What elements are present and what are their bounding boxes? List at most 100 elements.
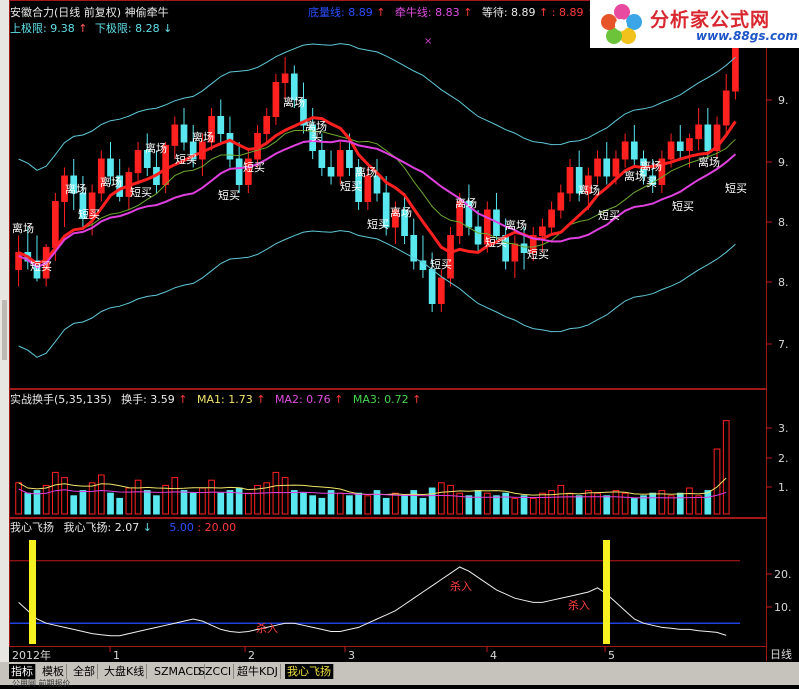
- title-text: 安徽合力(日线 前复权): [10, 6, 122, 19]
- candle-body: [539, 226, 546, 236]
- chart-annotation: 离场: [355, 165, 377, 179]
- candle-body: [447, 235, 454, 279]
- volume-bar: [52, 471, 59, 515]
- chart-annotation: 杀入: [568, 598, 590, 612]
- up-arrow-icon: ↑: [376, 6, 386, 19]
- volume-bar: [290, 490, 298, 515]
- price-tick-label: 9.: [778, 156, 789, 169]
- volume-bar: [70, 495, 78, 515]
- chart-annotation: 离场: [455, 196, 477, 210]
- volume-bar: [474, 490, 482, 515]
- volume-bar: [704, 490, 712, 515]
- volume-bar: [79, 490, 87, 515]
- chart-annotation: 离场: [192, 130, 214, 144]
- chart-annotation: 杀入: [256, 621, 278, 635]
- up-arrow-icon: ↑: [78, 22, 88, 35]
- tab-template[interactable]: 模板: [40, 664, 67, 679]
- candle-body: [704, 124, 712, 151]
- ma3-value: MA3: 0.72: [352, 393, 409, 406]
- volume-bar: [447, 484, 454, 515]
- volume-bar: [336, 492, 344, 515]
- candle-body: [676, 141, 684, 151]
- volume-bar: [483, 492, 491, 515]
- volume-bar: [116, 497, 124, 515]
- volume-bar: [539, 492, 546, 515]
- indicator-tick-label: 20.: [774, 568, 792, 581]
- huanshou-value: 换手: 3.59: [121, 393, 175, 406]
- chart-annotation: 离场: [65, 182, 87, 196]
- x-tick-label: 3: [348, 649, 355, 662]
- volume-ma2-line: [18, 488, 727, 499]
- volume-bar: [630, 497, 638, 515]
- up-arrow-icon: ↑: [412, 393, 422, 406]
- chart-annotation: 短买: [340, 179, 362, 193]
- lower-band-line: [18, 230, 736, 358]
- volume-bar: [437, 482, 445, 515]
- chart-annotation: 短买: [430, 257, 452, 271]
- volume-panel-title: 实战换手(5,35,135): [10, 393, 112, 406]
- indicator-value: 我心飞扬: 2.07: [63, 521, 140, 534]
- tab-szcci[interactable]: SZCCI: [196, 664, 235, 679]
- candle-body: [336, 150, 344, 177]
- chart-annotation: 短买: [485, 235, 507, 249]
- volume-bar: [217, 492, 225, 515]
- tab-woxinfeiyang[interactable]: 我心飞扬: [285, 664, 334, 679]
- volume-bar: [364, 495, 372, 515]
- volume-bar: [208, 479, 215, 515]
- x-tick-label: 2: [248, 649, 255, 662]
- stock-chart[interactable]: 离场短买离场短买离场短买离场短买离场短买短买离场离场买短买离场短买离场短买离场短…: [0, 0, 799, 685]
- up-arrow-icon: ↑: [463, 6, 473, 19]
- volume-bar: [428, 487, 436, 515]
- chart-annotation: 杀入: [450, 579, 472, 593]
- panel-frames: [9, 0, 767, 661]
- volume-bar: [612, 490, 620, 515]
- tab-market-kline[interactable]: 大盘K线: [102, 664, 148, 679]
- candle-body: [327, 167, 335, 177]
- tab-all[interactable]: 全部: [71, 664, 98, 679]
- dengdai-value-2: : 8.89: [551, 6, 584, 19]
- indicator-line: [18, 566, 727, 637]
- volume-bar: [88, 482, 96, 515]
- lower-limit: 下极限: 8.28: [94, 22, 160, 35]
- down-arrow-icon: ↓: [163, 22, 173, 35]
- volume-bar: [493, 495, 500, 515]
- tab-indicator[interactable]: 指标: [9, 664, 36, 679]
- volume-bar: [24, 492, 32, 515]
- indicator-lines: [10, 540, 740, 644]
- volume-bar: [134, 479, 142, 515]
- price-tick-label: 8.: [778, 276, 789, 289]
- volume-bar: [355, 492, 362, 515]
- candle-body: [474, 226, 482, 245]
- candle-body: [686, 138, 693, 152]
- volume-bar: [15, 482, 22, 515]
- scroll-thumb[interactable]: [2, 300, 7, 360]
- candle-body: [732, 48, 739, 92]
- volume-bar: [171, 477, 179, 515]
- volume-bar: [511, 497, 519, 515]
- candle-body: [511, 243, 519, 262]
- indicator-level-1: 5.00: [169, 521, 194, 534]
- volume-bar: [557, 484, 565, 515]
- candle-body: [272, 82, 280, 117]
- candle-body: [134, 150, 142, 174]
- volume-bar: [722, 420, 730, 515]
- up-arrow-icon: ↑: [539, 6, 549, 19]
- price-tick-label: 8.: [778, 216, 789, 229]
- chart-annotation: 短买: [598, 208, 620, 222]
- price-tick-label: 7.: [778, 338, 789, 351]
- volume-bar: [520, 495, 528, 515]
- volume-bar: [318, 497, 326, 515]
- qianniu-value: 牵牛线: 8.83: [394, 6, 460, 19]
- volume-bar: [676, 492, 684, 515]
- candle-body: [428, 269, 436, 304]
- cross-marker: ×: [424, 36, 432, 47]
- chart-annotation: 离场: [698, 155, 720, 169]
- chart-annotation: 短买: [527, 247, 549, 261]
- volume-bar: [180, 490, 188, 515]
- volume-bar: [585, 490, 592, 515]
- volume-bar: [621, 492, 629, 515]
- tab-chaoniu-kdj[interactable]: 超牛KDJ: [235, 664, 281, 679]
- volume-bar: [281, 477, 289, 515]
- bottom-status-strip: 公用网 前期报价: [0, 679, 799, 688]
- candle-body: [621, 141, 629, 160]
